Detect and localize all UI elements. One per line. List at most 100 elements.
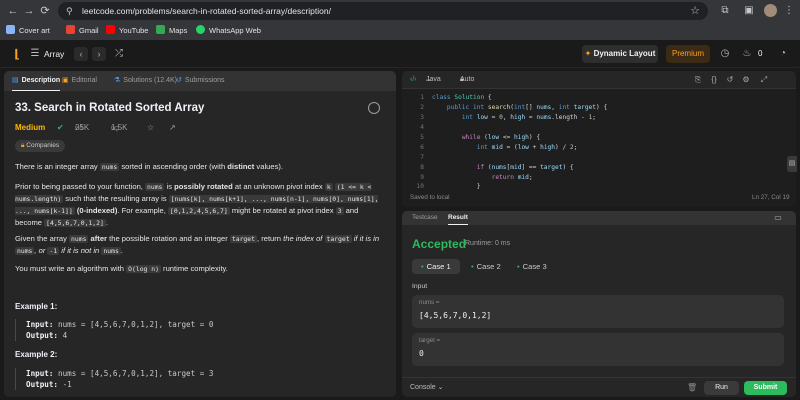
run-button[interactable]: Run — [704, 381, 739, 395]
result-panel: Testcase Result ▭ Accepted Runtime: 0 ms… — [402, 211, 796, 397]
shuffle-icon[interactable]: ⤮ — [112, 47, 126, 61]
tab-editorial[interactable]: ▣ Editorial — [62, 71, 97, 91]
bookmark-cover-art[interactable]: Cover art — [6, 25, 50, 37]
brackets-icon[interactable]: {} — [708, 74, 720, 86]
solved-check-icon: ✔ — [57, 123, 64, 132]
gmail-icon — [66, 25, 75, 34]
whatsapp-icon — [196, 25, 205, 34]
bookmark-whatsapp[interactable]: WhatsApp Web — [196, 25, 261, 37]
field-value: [4,5,6,7,0,1,2] — [419, 311, 492, 320]
pass-dot-icon: • — [517, 262, 520, 271]
code-line: while (low <= high) { — [461, 134, 541, 141]
extensions-icon[interactable]: ⧉ — [718, 4, 732, 18]
case-2-tab[interactable]: • Case 2 — [462, 259, 510, 274]
collapse-icon[interactable]: ▭ — [772, 212, 784, 224]
code-icon: ‹/› — [410, 76, 417, 83]
pass-dot-icon: • — [471, 262, 474, 271]
tab-testcase[interactable]: Testcase — [412, 211, 438, 225]
favorite-star-icon[interactable]: ☆ — [147, 122, 154, 134]
example-1-input: Input: nums = [4,5,6,7,0,1,2], target = … — [26, 320, 214, 329]
tab-description[interactable]: ▤ Description — [12, 71, 61, 91]
field-name: target = — [419, 337, 441, 344]
example-2-input: Input: nums = [4,5,6,7,0,1,2], target = … — [26, 369, 214, 378]
bookmark-icon[interactable]: ⎘ — [692, 74, 704, 86]
result-status: Accepted — [412, 237, 467, 251]
address-bar[interactable]: ⚲ leetcode.com/problems/search-in-rotate… — [58, 2, 708, 20]
tab-submissions[interactable]: ↺ Submissions — [176, 71, 225, 91]
bookmark-star-icon[interactable]: ☆ — [690, 4, 700, 18]
leetcode-logo-icon[interactable]: ⌊ — [10, 47, 24, 61]
reset-icon[interactable]: ↺ — [724, 74, 736, 86]
code-line: } — [432, 183, 481, 190]
code-line: int mid = (low + high) / 2; — [476, 144, 578, 151]
submissions-icon: ↺ — [176, 77, 182, 84]
tab-solutions[interactable]: ⚗ Solutions (12.4K) — [114, 71, 177, 91]
maps-icon — [156, 25, 165, 34]
bookmarks-bar: Cover art Gmail YouTube Maps WhatsApp We… — [0, 22, 800, 40]
trash-icon[interactable]: 🗑︎ — [687, 381, 697, 395]
layout-sparkle-icon: ✦ — [584, 49, 594, 58]
console-bar: Console ⌄ 🗑︎ Run Submit — [402, 377, 796, 397]
description-icon: ▤ — [12, 77, 19, 84]
coin-count: 0 — [758, 49, 763, 58]
tab-result[interactable]: Result — [448, 211, 468, 225]
line-number: 5 — [420, 134, 424, 141]
bookmark-maps[interactable]: Maps — [156, 25, 187, 37]
code-line: if (nums[mid] == target) { — [476, 164, 574, 171]
console-toggle[interactable]: Console ⌄ — [410, 381, 444, 395]
code-line: public int search(int[] nums, int target… — [446, 104, 608, 111]
fullscreen-icon[interactable]: ⤢ — [758, 74, 770, 86]
notes-icon[interactable]: ▤ — [787, 156, 797, 172]
site-info-icon[interactable]: ⚲ — [66, 5, 78, 17]
premium-button[interactable]: Premium — [666, 45, 710, 63]
code-area[interactable]: 1 2 3 4 5 6 7 8 9 10 class Solution { pu… — [402, 91, 796, 190]
result-tabs: Testcase Result ▭ — [402, 211, 796, 225]
dynamic-layout-button[interactable]: ✦ Dynamic Layout — [582, 45, 658, 63]
editorial-icon: ▣ — [62, 77, 69, 84]
case-3-tab[interactable]: • Case 3 — [508, 259, 556, 274]
line-number: 2 — [420, 104, 424, 111]
share-icon[interactable]: ↗ — [169, 122, 176, 134]
code-line: class Solution { — [432, 94, 492, 101]
companies-tag[interactable]: 🔒︎ Companies — [15, 140, 66, 152]
line-number: 6 — [420, 144, 424, 151]
bookmark-youtube[interactable]: YouTube — [106, 25, 148, 37]
browser-menu-icon[interactable]: ⋮ — [782, 4, 796, 18]
case-1-tab[interactable]: • Case 1 — [412, 259, 460, 274]
nums-input-field[interactable]: nums = [4,5,6,7,0,1,2] — [412, 295, 784, 328]
problem-list-link[interactable]: Array — [44, 47, 64, 61]
target-input-field[interactable]: target = 0 — [412, 333, 784, 366]
problem-list-icon[interactable]: ☰ — [28, 47, 42, 61]
url-text: leetcode.com/problems/search-in-rotated-… — [82, 6, 331, 16]
bookmark-gmail[interactable]: Gmail — [66, 25, 99, 37]
problem-paragraph-4: You must write an algorithm with O(log n… — [15, 264, 228, 273]
submit-button[interactable]: Submit — [744, 381, 787, 395]
code-editor-panel: ‹/› Java ⌄ 🔒︎ Auto ⎘ {} ↺ ⚙ ⤢ 1 2 3 4 5 … — [402, 71, 796, 207]
leetcode-header: ⌊ ☰ Array ‹ › ⤮ ✦ Dynamic Layout Premium… — [0, 40, 800, 68]
problem-paragraph-3: Given the array nums after the possible … — [15, 234, 380, 255]
prev-problem-icon[interactable]: ‹ — [74, 47, 88, 61]
forward-arrow-icon[interactable]: → — [22, 4, 36, 18]
profile-avatar[interactable] — [764, 4, 777, 17]
account-icon[interactable]: ◔ — [776, 47, 790, 61]
description-tabs: ▤ Description ▣ Editorial ⚗ Solutions (12.4… — [4, 71, 396, 91]
back-arrow-icon[interactable]: ← — [6, 4, 20, 18]
streak-icon[interactable]: ♨ — [740, 47, 754, 61]
pass-dot-icon: • — [421, 262, 424, 271]
browser-nav-row: ← → ⟳ ⚲ leetcode.com/problems/search-in-… — [0, 0, 800, 22]
example-1-block: Input: nums = [4,5,6,7,0,1,2], target = … — [15, 319, 375, 341]
next-problem-icon[interactable]: › — [92, 47, 106, 61]
settings-icon[interactable]: ⚙ — [740, 74, 752, 86]
clock-icon[interactable] — [368, 102, 380, 114]
side-panel-icon[interactable]: ▣ — [742, 4, 756, 18]
timer-icon[interactable]: ◷ — [718, 47, 732, 61]
example-1-output: Output: 4 — [26, 331, 68, 340]
example-2-title: Example 2: — [15, 350, 58, 359]
reload-icon[interactable]: ⟳ — [38, 4, 52, 18]
line-number: 3 — [420, 114, 424, 121]
youtube-icon — [106, 25, 115, 34]
cursor-position: Ln 27, Col 19 — [752, 194, 790, 201]
saved-status: Saved to local — [410, 194, 450, 201]
line-number: 10 — [416, 183, 424, 190]
line-number: 8 — [420, 164, 424, 171]
